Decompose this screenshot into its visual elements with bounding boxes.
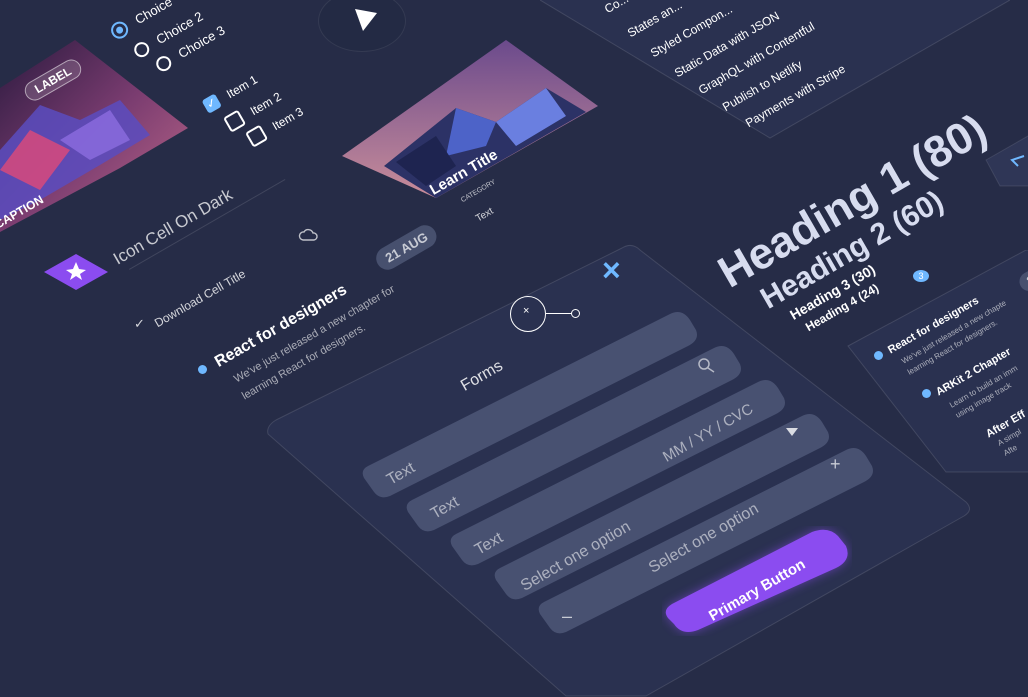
minus-icon[interactable]: – [562, 606, 572, 627]
checkbox-checked-icon: ✓ [201, 93, 223, 115]
bullet-dot [198, 365, 207, 374]
checkbox-label: Item 1 [224, 72, 260, 102]
learn-card-category-value: Text [474, 205, 496, 225]
check-icon: ✓ [134, 316, 145, 331]
plus-icon[interactable]: + [830, 454, 841, 475]
checkbox-unchecked-icon [223, 109, 247, 133]
forms-panel: × × Forms Text Text Text MM / YY / CVC S… [266, 244, 972, 697]
checkbox-unchecked-icon [245, 124, 269, 148]
close-icon[interactable]: × [602, 252, 621, 289]
screen: Choice Choice 2 Choice 3 ✓ Item 1 Item 2… [0, 0, 1028, 697]
star-icon [44, 254, 108, 290]
